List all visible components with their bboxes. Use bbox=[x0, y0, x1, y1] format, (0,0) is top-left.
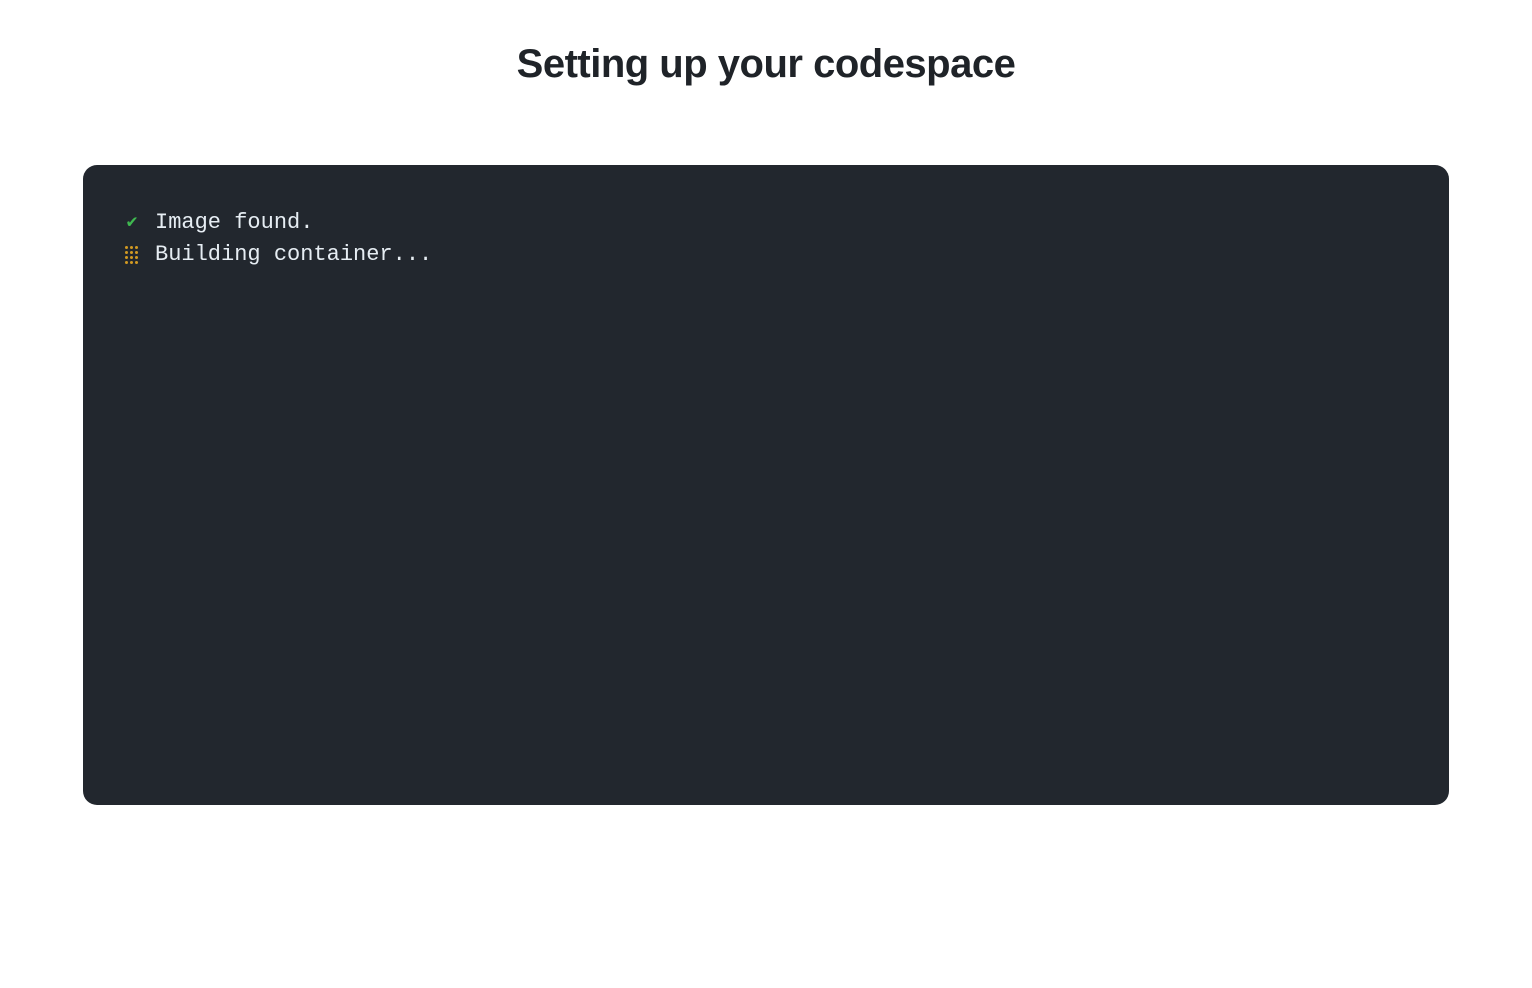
terminal-panel: ✔ Image found. Building container... bbox=[83, 165, 1449, 805]
spinner-icon bbox=[123, 246, 141, 264]
log-line: Building container... bbox=[123, 239, 1409, 271]
check-icon: ✔ bbox=[123, 214, 141, 232]
log-text: Building container... bbox=[155, 239, 432, 271]
page-title: Setting up your codespace bbox=[0, 0, 1532, 97]
log-line: ✔ Image found. bbox=[123, 207, 1409, 239]
log-text: Image found. bbox=[155, 207, 313, 239]
